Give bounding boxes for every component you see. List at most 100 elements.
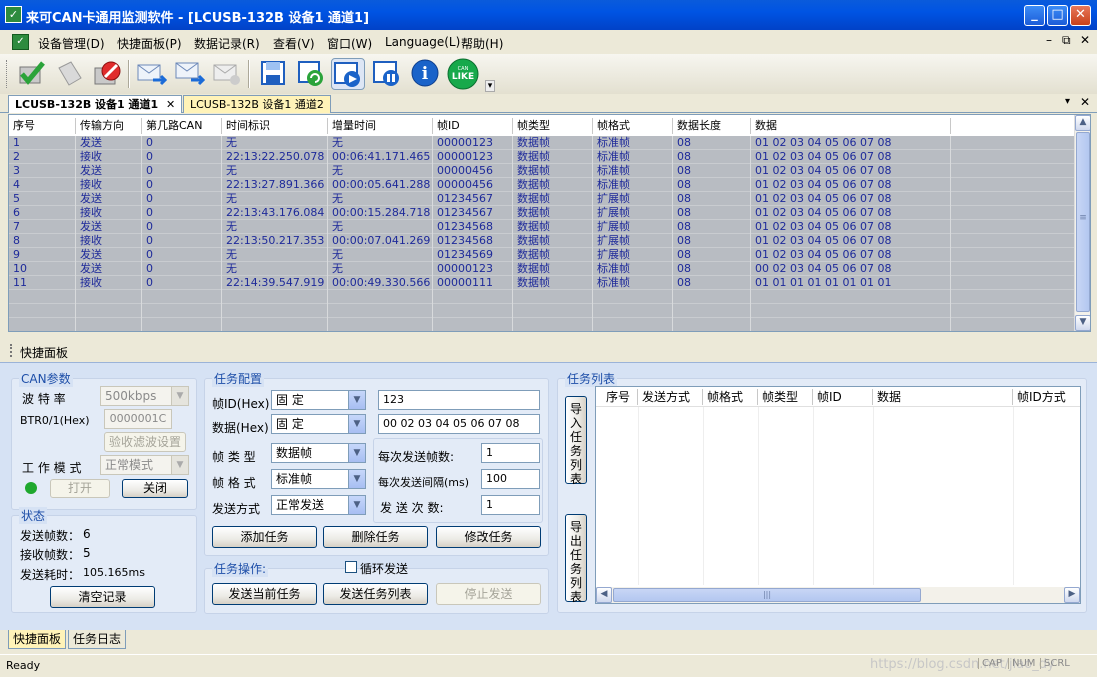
table-row[interactable]: 2 接收 0 22:13:22.250.078 00:06:41.171.465 0000…: [9, 150, 1075, 164]
table-row[interactable]: 6 接收 0 22:13:43.176.084 00:00:15.284.718 0123…: [9, 206, 1075, 220]
menu-device[interactable]: 设备管理(D): [38, 35, 105, 52]
grid-header-frame-id[interactable]: 帧ID: [433, 118, 513, 134]
baud-select[interactable]: 500kbps ▼: [100, 386, 189, 406]
send-message-button[interactable]: [134, 58, 168, 90]
table-row[interactable]: 9 发送 0 无无 01234569 数据帧 扩展帧 08 01 02 03 04 05 06 …: [9, 248, 1075, 262]
tab-close-icon[interactable]: ✕: [166, 98, 175, 111]
title-bar[interactable]: ✓ 来可CAN卡通用监测软件 - [LCUSB-132B 设备1 通道1] _ …: [0, 0, 1097, 30]
menu-view[interactable]: 查看(V): [273, 35, 315, 52]
modify-task-button[interactable]: 修改任务: [436, 526, 541, 548]
open-button[interactable]: 打开: [50, 479, 110, 498]
connect-check-button[interactable]: [14, 58, 48, 90]
refresh-button[interactable]: [294, 58, 328, 90]
scroll-down-button[interactable]: ▼: [1075, 315, 1090, 331]
table-row[interactable]: [9, 304, 1075, 318]
frame-id-input[interactable]: 123: [378, 390, 540, 410]
task-col-frame-type[interactable]: 帧类型: [758, 389, 813, 405]
grid-header-frame-format[interactable]: 帧格式: [593, 118, 673, 134]
export-task-list-button[interactable]: 导出任务列表: [565, 514, 587, 604]
stop-send-button[interactable]: 停止发送: [436, 583, 541, 605]
close-device-button[interactable]: 关闭: [122, 479, 188, 498]
menu-help[interactable]: 帮助(H): [461, 35, 503, 52]
table-row[interactable]: [9, 318, 1075, 331]
task-col-id-mode[interactable]: 帧ID方式: [1013, 389, 1080, 405]
document-button[interactable]: [52, 58, 86, 90]
scroll-right-button[interactable]: ▶: [1064, 587, 1080, 603]
task-list-table[interactable]: 序号 发送方式 帧格式 帧类型 帧ID 数据 帧ID方式 ◀ ||| ▶: [595, 386, 1081, 604]
frame-type-select[interactable]: 数据帧 ▼: [271, 443, 366, 463]
table-row[interactable]: 8 接收 0 22:13:50.217.353 00:00:07.041.269 0123…: [9, 234, 1075, 248]
frame-format-select[interactable]: 标准帧 ▼: [271, 469, 366, 489]
grid-header-frame-type[interactable]: 帧类型: [513, 118, 593, 134]
minimize-button[interactable]: _: [1024, 5, 1045, 26]
play-button[interactable]: [331, 58, 365, 90]
tab-close-all-button[interactable]: ✕: [1080, 95, 1090, 109]
scroll-thumb[interactable]: ≡: [1076, 132, 1090, 312]
panel-grip[interactable]: [10, 344, 12, 357]
task-col-frame-format[interactable]: 帧格式: [703, 389, 758, 405]
grid-header-timestamp[interactable]: 时间标识: [222, 118, 328, 134]
save-button[interactable]: [256, 58, 290, 90]
tab-list-dropdown[interactable]: ▾: [1065, 96, 1070, 107]
add-task-button[interactable]: 添加任务: [212, 526, 317, 548]
send-disabled-button[interactable]: [210, 58, 244, 90]
grid-header-index[interactable]: 序号: [9, 118, 76, 134]
import-task-list-button[interactable]: 导入任务列表: [565, 396, 587, 486]
loop-send-checkbox[interactable]: [345, 561, 357, 573]
task-col-data[interactable]: 数据: [873, 389, 1013, 405]
tab-channel-1[interactable]: LCUSB-132B 设备1 通道1 ✕: [8, 95, 183, 113]
tab-quick-panel[interactable]: 快捷面板: [8, 630, 67, 649]
grid-vertical-scrollbar[interactable]: ▲ ≡ ▼: [1074, 115, 1090, 331]
menu-data-record[interactable]: 数据记录(R): [194, 35, 260, 52]
task-list-horizontal-scrollbar[interactable]: ◀ ||| ▶: [596, 587, 1080, 603]
task-col-send-mode[interactable]: 发送方式: [638, 389, 703, 405]
menu-window[interactable]: 窗口(W): [327, 35, 372, 52]
maximize-button[interactable]: □: [1047, 5, 1068, 26]
data-mode-select[interactable]: 固 定 ▼: [271, 414, 366, 434]
info-button[interactable]: i: [408, 58, 442, 90]
toolbar-grip[interactable]: [6, 60, 9, 88]
grid-header-data[interactable]: 数据: [751, 118, 951, 134]
scroll-left-button[interactable]: ◀: [596, 587, 612, 603]
grid-header-delta-time[interactable]: 增量时间: [328, 118, 433, 134]
send-task-list-button[interactable]: 发送任务列表: [323, 583, 428, 605]
data-input[interactable]: 00 02 03 04 05 06 07 08: [378, 414, 540, 434]
pause-button[interactable]: [370, 58, 404, 90]
send-count-input[interactable]: 1: [481, 495, 540, 515]
delete-task-button[interactable]: 删除任务: [323, 526, 428, 548]
table-row[interactable]: 1 发送 0 无无 00000123 数据帧 标准帧 08 01 02 03 04 05 06 …: [9, 136, 1075, 150]
work-mode-select[interactable]: 正常模式 ▼: [100, 455, 189, 475]
grid-header-can-channel[interactable]: 第几路CAN: [142, 118, 222, 134]
filter-settings-button[interactable]: 验收滤波设置: [104, 432, 186, 452]
per-send-input[interactable]: 1: [481, 443, 540, 463]
table-row[interactable]: 10 发送 0 无无 00000123 数据帧 标准帧 08 00 02 03 04 05 06…: [9, 262, 1075, 276]
send-current-task-button[interactable]: 发送当前任务: [212, 583, 317, 605]
tab-task-log[interactable]: 任务日志: [68, 630, 127, 649]
toolbar-overflow-button[interactable]: ▾: [485, 80, 495, 92]
grid-header-data-length[interactable]: 数据长度: [673, 118, 751, 134]
menu-quick-panel[interactable]: 快捷面板(P): [117, 35, 182, 52]
menu-language[interactable]: Language(L): [385, 35, 460, 49]
stop-button[interactable]: [90, 58, 124, 90]
send-all-button[interactable]: [172, 58, 206, 90]
scroll-up-button[interactable]: ▲: [1075, 115, 1090, 131]
task-col-frame-id[interactable]: 帧ID: [813, 389, 873, 405]
send-mode-select[interactable]: 正常发送 ▼: [271, 495, 366, 515]
mdi-restore-button[interactable]: ⧉: [1062, 33, 1071, 48]
grid-header-direction[interactable]: 传输方向: [76, 118, 142, 134]
table-row[interactable]: 5 发送 0 无无 01234567 数据帧 扩展帧 08 01 02 03 04 05 06 …: [9, 192, 1075, 206]
table-row[interactable]: [9, 290, 1075, 304]
clear-records-button[interactable]: 清空记录: [50, 586, 155, 608]
close-window-button[interactable]: ✕: [1070, 5, 1091, 26]
mdi-close-button[interactable]: ✕: [1080, 33, 1090, 47]
interval-input[interactable]: 100: [481, 469, 540, 489]
message-grid[interactable]: 序号 传输方向 第几路CAN 时间标识 增量时间 帧ID 帧类型 帧格式 数据长…: [8, 114, 1091, 332]
like-button[interactable]: CAN LIKE: [446, 58, 480, 90]
mdi-minimize-button[interactable]: –: [1046, 33, 1052, 47]
table-row[interactable]: 4 接收 0 22:13:27.891.366 00:00:05.641.288 0000…: [9, 178, 1075, 192]
table-row[interactable]: 3 发送 0 无无 00000456 数据帧 标准帧 08 01 02 03 04 05 06 …: [9, 164, 1075, 178]
task-col-index[interactable]: 序号: [596, 389, 638, 405]
table-row[interactable]: 11 接收 0 22:14:39.547.919 00:00:49.330.566 000…: [9, 276, 1075, 290]
horizontal-scroll-thumb[interactable]: |||: [613, 588, 921, 602]
frame-id-mode-select[interactable]: 固 定 ▼: [271, 390, 366, 410]
